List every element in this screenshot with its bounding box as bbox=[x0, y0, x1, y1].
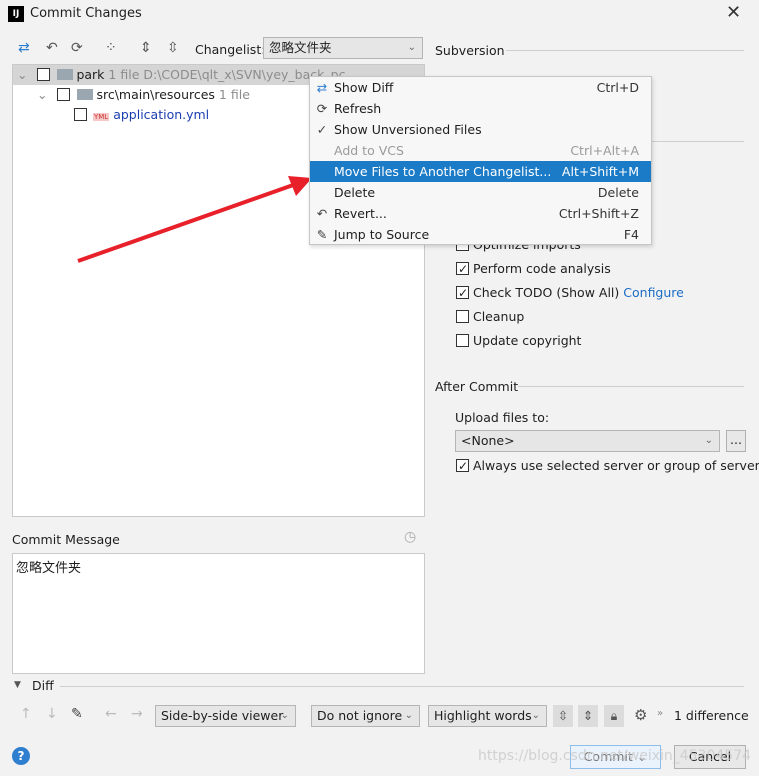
menu-shortcut: Ctrl+D bbox=[596, 80, 639, 95]
menu-shortcut: Alt+Shift+M bbox=[561, 164, 639, 179]
menu-label: Revert... bbox=[334, 206, 387, 221]
menu-item-delete[interactable]: Delete Delete bbox=[310, 182, 651, 203]
menu-label: Move Files to Another Changelist... bbox=[334, 164, 552, 179]
menu-shortcut: Delete bbox=[597, 185, 639, 200]
menu-shortcut: Ctrl+Alt+A bbox=[570, 143, 639, 158]
menu-item-jump-to-source[interactable]: ✎ Jump to Source F4 bbox=[310, 224, 651, 245]
revert-icon: ↶ bbox=[316, 206, 328, 221]
menu-item-show-diff[interactable]: ⇄ Show Diff Ctrl+D bbox=[310, 77, 651, 98]
arrow-shaft bbox=[77, 182, 297, 263]
menu-item-show-unversioned[interactable]: ✓ Show Unversioned Files bbox=[310, 119, 651, 140]
menu-label: Jump to Source bbox=[334, 227, 430, 242]
menu-item-add-to-vcs[interactable]: Add to VCS Ctrl+Alt+A bbox=[310, 140, 651, 161]
context-menu: ⇄ Show Diff Ctrl+D ⟳ Refresh ✓ Show Unversio… bbox=[309, 76, 652, 245]
menu-label: Delete bbox=[334, 185, 376, 200]
edit-icon: ✎ bbox=[316, 227, 328, 242]
menu-item-move-files[interactable]: Move Files to Another Changelist... Alt+S… bbox=[310, 161, 651, 182]
menu-shortcut: F4 bbox=[623, 227, 639, 242]
menu-label: Show Diff bbox=[334, 80, 394, 95]
menu-item-revert[interactable]: ↶ Revert... Ctrl+Shift+Z bbox=[310, 203, 651, 224]
menu-item-refresh[interactable]: ⟳ Refresh bbox=[310, 98, 651, 119]
menu-label: Refresh bbox=[334, 101, 382, 116]
check-icon: ✓ bbox=[316, 122, 328, 137]
diff-icon: ⇄ bbox=[316, 80, 328, 95]
refresh-icon: ⟳ bbox=[316, 101, 328, 116]
menu-shortcut: Ctrl+Shift+Z bbox=[558, 206, 639, 221]
menu-label: Add to VCS bbox=[334, 143, 404, 158]
menu-label: Show Unversioned Files bbox=[334, 122, 482, 137]
